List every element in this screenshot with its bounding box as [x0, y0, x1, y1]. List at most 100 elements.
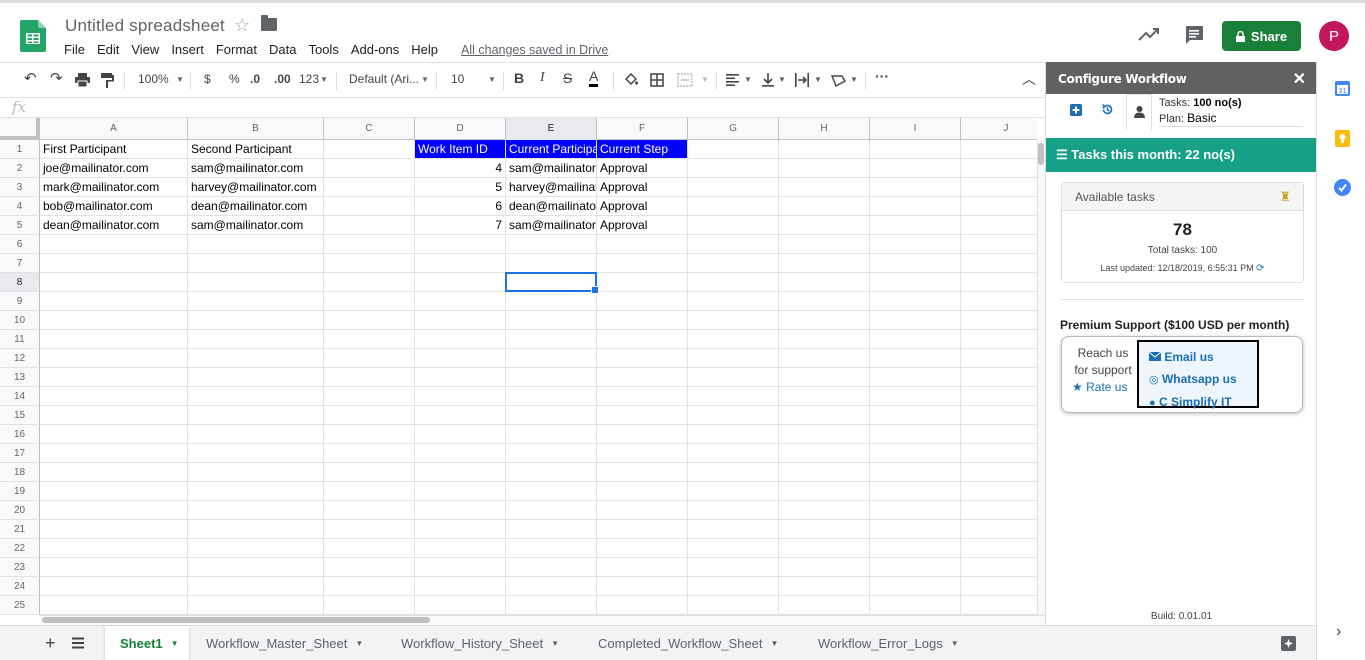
- row-header-6[interactable]: 6: [0, 235, 40, 254]
- cell-g10[interactable]: [688, 311, 779, 330]
- cell-c9[interactable]: [324, 292, 415, 311]
- cell-h18[interactable]: [779, 463, 870, 482]
- user-tab[interactable]: [1126, 94, 1152, 130]
- menu-addons[interactable]: Add-ons: [351, 42, 399, 57]
- cell-f18[interactable]: [597, 463, 688, 482]
- cell-g1[interactable]: [688, 140, 779, 159]
- cell-g5[interactable]: [688, 216, 779, 235]
- paint-format-icon[interactable]: [101, 73, 114, 88]
- cell-j20[interactable]: [961, 501, 1037, 520]
- cell-a18[interactable]: [40, 463, 188, 482]
- cell-f11[interactable]: [597, 330, 688, 349]
- cell-b8[interactable]: [188, 273, 324, 292]
- cell-e5[interactable]: sam@mailinator.: [506, 216, 597, 235]
- cell-h21[interactable]: [779, 520, 870, 539]
- menu-edit[interactable]: Edit: [97, 42, 119, 57]
- row-header-24[interactable]: 24: [0, 577, 40, 596]
- cell-b24[interactable]: [188, 577, 324, 596]
- cell-j3[interactable]: [961, 178, 1037, 197]
- column-header-d[interactable]: D: [415, 118, 506, 140]
- cell-h3[interactable]: [779, 178, 870, 197]
- cell-i3[interactable]: [870, 178, 961, 197]
- cell-f22[interactable]: [597, 539, 688, 558]
- cell-i20[interactable]: [870, 501, 961, 520]
- cell-j18[interactable]: [961, 463, 1037, 482]
- cell-j19[interactable]: [961, 482, 1037, 501]
- more-formats-select[interactable]: 123: [299, 72, 319, 86]
- cell-b13[interactable]: [188, 368, 324, 387]
- cell-i18[interactable]: [870, 463, 961, 482]
- row-header-10[interactable]: 10: [0, 311, 40, 330]
- activity-trend-icon[interactable]: [1138, 25, 1160, 43]
- cell-d12[interactable]: [415, 349, 506, 368]
- tasks-icon[interactable]: [1334, 179, 1351, 196]
- cell-a3[interactable]: mark@mailinator.com: [40, 178, 188, 197]
- cell-g23[interactable]: [688, 558, 779, 577]
- cell-a8[interactable]: [40, 273, 188, 292]
- cell-h23[interactable]: [779, 558, 870, 577]
- cell-f15[interactable]: [597, 406, 688, 425]
- row-header-13[interactable]: 13: [0, 368, 40, 387]
- sheet-tab-sheet1[interactable]: Sheet1 ▼: [105, 626, 189, 660]
- cell-a14[interactable]: [40, 387, 188, 406]
- column-header-b[interactable]: B: [188, 118, 324, 140]
- font-size-select[interactable]: 10: [451, 72, 464, 86]
- cell-d19[interactable]: [415, 482, 506, 501]
- row-header-25[interactable]: 25: [0, 596, 40, 615]
- print-icon[interactable]: [75, 73, 90, 87]
- history-icon[interactable]: [1101, 103, 1114, 116]
- cell-d2[interactable]: 4: [415, 159, 506, 178]
- cell-j7[interactable]: [961, 254, 1037, 273]
- menu-insert[interactable]: Insert: [171, 42, 204, 57]
- cell-j24[interactable]: [961, 577, 1037, 596]
- cell-j1[interactable]: [961, 140, 1037, 159]
- bold-icon[interactable]: B: [514, 70, 524, 86]
- cell-f17[interactable]: [597, 444, 688, 463]
- cell-c25[interactable]: [324, 596, 415, 615]
- cell-e22[interactable]: [506, 539, 597, 558]
- cell-a23[interactable]: [40, 558, 188, 577]
- cell-d8[interactable]: [415, 273, 506, 292]
- column-header-g[interactable]: G: [688, 118, 779, 140]
- sheet-tab-workflow-history[interactable]: Workflow_History_Sheet ▼: [401, 626, 559, 660]
- cell-a24[interactable]: [40, 577, 188, 596]
- row-header-22[interactable]: 22: [0, 539, 40, 558]
- cell-e1[interactable]: Current Participa: [506, 140, 597, 159]
- refresh-icon[interactable]: ⟳: [1256, 263, 1264, 274]
- cell-b10[interactable]: [188, 311, 324, 330]
- cell-c7[interactable]: [324, 254, 415, 273]
- cell-j8[interactable]: [961, 273, 1037, 292]
- row-header-18[interactable]: 18: [0, 463, 40, 482]
- cell-f10[interactable]: [597, 311, 688, 330]
- strikethrough-icon[interactable]: S: [563, 70, 572, 86]
- cell-a13[interactable]: [40, 368, 188, 387]
- cell-e20[interactable]: [506, 501, 597, 520]
- cell-h24[interactable]: [779, 577, 870, 596]
- cell-i17[interactable]: [870, 444, 961, 463]
- cell-f16[interactable]: [597, 425, 688, 444]
- cell-a10[interactable]: [40, 311, 188, 330]
- cell-a7[interactable]: [40, 254, 188, 273]
- cell-b20[interactable]: [188, 501, 324, 520]
- cell-i10[interactable]: [870, 311, 961, 330]
- cell-e24[interactable]: [506, 577, 597, 596]
- cell-f14[interactable]: [597, 387, 688, 406]
- cell-d10[interactable]: [415, 311, 506, 330]
- cell-c14[interactable]: [324, 387, 415, 406]
- cell-i24[interactable]: [870, 577, 961, 596]
- cell-g17[interactable]: [688, 444, 779, 463]
- cell-d24[interactable]: [415, 577, 506, 596]
- cell-g20[interactable]: [688, 501, 779, 520]
- cell-a9[interactable]: [40, 292, 188, 311]
- cell-h10[interactable]: [779, 311, 870, 330]
- cell-f7[interactable]: [597, 254, 688, 273]
- cell-g21[interactable]: [688, 520, 779, 539]
- cell-a2[interactable]: joe@mailinator.com: [40, 159, 188, 178]
- cell-b1[interactable]: Second Participant: [188, 140, 324, 159]
- cell-a16[interactable]: [40, 425, 188, 444]
- select-all-corner[interactable]: [0, 118, 40, 140]
- undo-icon[interactable]: ↶: [24, 69, 37, 87]
- cell-e13[interactable]: [506, 368, 597, 387]
- column-header-c[interactable]: C: [324, 118, 415, 140]
- cell-f25[interactable]: [597, 596, 688, 615]
